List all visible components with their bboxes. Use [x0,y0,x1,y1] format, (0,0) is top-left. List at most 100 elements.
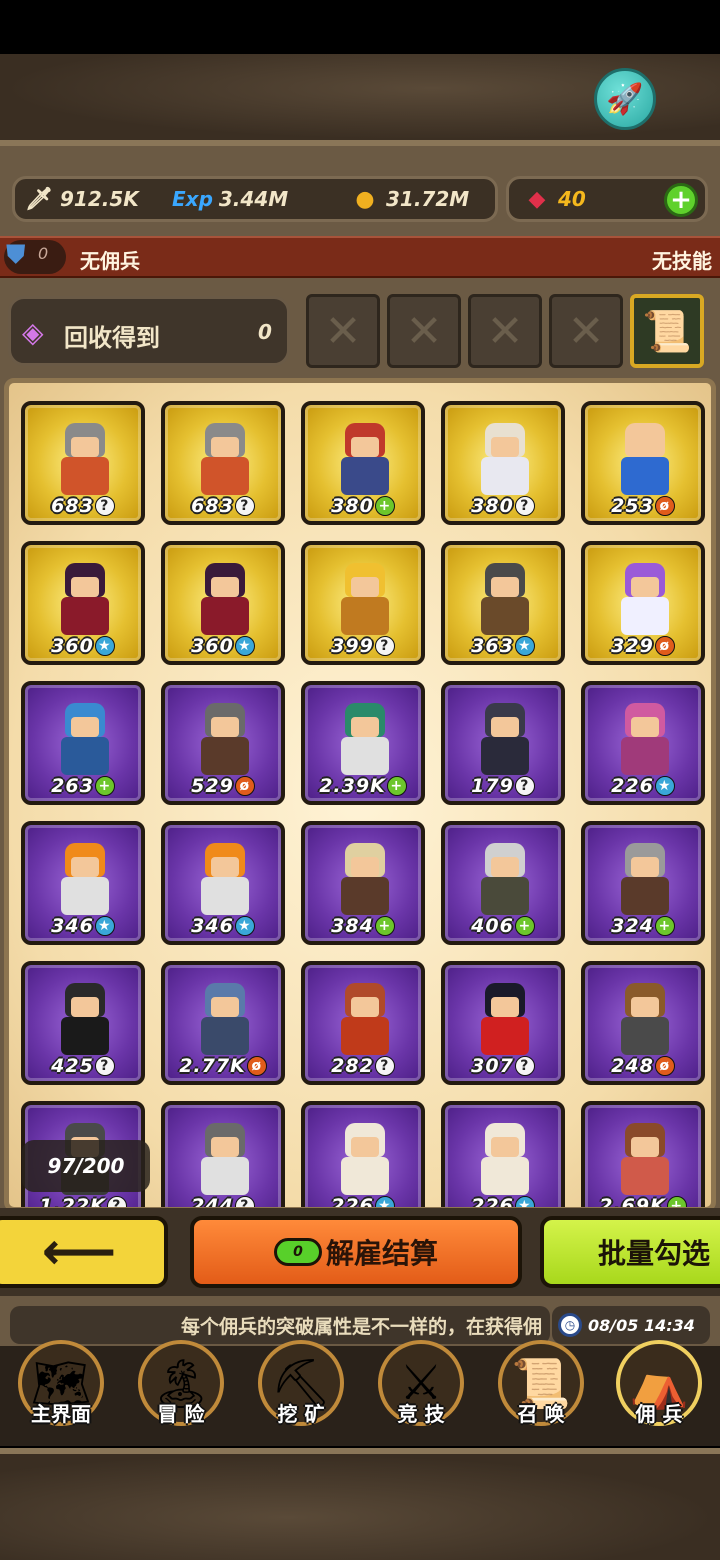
mercenary-card[interactable]: 384 + [301,821,425,945]
mercenary-portrait [55,843,115,917]
mercenary-card[interactable]: 226 ★ [441,1101,565,1207]
nav-arena-label: 竞 技 [397,1402,445,1426]
add-gems-button[interactable]: + [664,183,698,217]
level-text: 406 [471,915,514,937]
mercenary-card[interactable]: 329 ø [581,541,705,665]
mercenary-card[interactable]: 307? [441,961,565,1085]
mercenary-card[interactable]: 2.77K ø [161,961,285,1085]
mercenary-portrait [335,843,395,917]
empty-slot-4[interactable]: ✕ [549,294,623,368]
dismiss-label: 解雇结算 [325,1237,438,1270]
rocket-boost-button[interactable]: 🚀 [594,68,656,130]
nav-main-label: 主界面 [31,1402,91,1426]
mercenary-card[interactable]: 324 + [581,821,705,945]
mercenary-card[interactable]: 363 ★ [441,541,565,665]
mercenary-card[interactable]: 2.69K + [581,1101,705,1207]
level-text: 380 [331,495,374,517]
mercenary-portrait [475,1123,535,1197]
mercenary-card[interactable]: 360 ★ [21,541,145,665]
mercenary-level: 253 ø [585,495,701,517]
back-button[interactable]: ⟵ [0,1216,168,1288]
level-text: 329 [611,635,654,657]
mercenary-card[interactable]: 399? [301,541,425,665]
mercenary-portrait [55,983,115,1057]
nav-adventure[interactable]: 🏝 冒 险 [126,1340,236,1444]
purple-gem-icon: ◈ [22,316,44,349]
mercenary-card[interactable]: 263 + [21,681,145,805]
rocket-icon: 🚀 [606,81,644,117]
mercenary-level: 406 + [445,915,561,937]
empty-slot-2[interactable]: ✕ [387,294,461,368]
nav-summon-label: 召 唤 [517,1402,565,1426]
status-badge-icon: ? [514,776,535,796]
nav-summon[interactable]: 📜 召 唤 [486,1340,596,1444]
mercenary-card[interactable]: 346 ★ [161,821,285,945]
mercenary-level: 307? [445,1055,561,1077]
mercenary-portrait [615,983,675,1057]
mercenary-card[interactable]: 282? [301,961,425,1085]
scroll-item-button[interactable]: 📜 [630,294,704,368]
shield-icon: ⛊ [6,240,26,270]
level-text: 363 [471,635,514,657]
mercenary-portrait [55,423,115,497]
scroll-icon: 📜 [642,308,692,355]
level-text: 529 [191,775,234,797]
mercenary-card[interactable]: 425? [21,961,145,1085]
nav-mercenary[interactable]: ⛺ 佣 兵 [604,1340,714,1444]
status-badge-icon: ø [654,1056,675,1076]
shield-count: 0 [38,244,49,263]
nav-mining[interactable]: ⛏ 挖 矿 [246,1340,356,1444]
mercenary-card[interactable]: 248 ø [581,961,705,1085]
level-text: 360 [51,635,94,657]
mercenary-card[interactable]: 529 ø [161,681,285,805]
mercenary-card[interactable]: 380? [441,401,565,525]
mercenary-portrait [335,983,395,1057]
mercenary-card[interactable]: 683? [161,401,285,525]
dismiss-settle-button[interactable]: 0 解雇结算 [190,1216,522,1288]
empty-slot-1[interactable]: ✕ [306,294,380,368]
gold-resource: ● 31.72M [350,184,469,214]
status-badge-icon: ★ [654,776,675,796]
mercenary-level: 380? [445,495,561,517]
x-icon: ✕ [405,305,443,357]
bottom-map-background [0,1448,720,1560]
status-badge-icon: ? [374,636,395,656]
attack-resource: 🗡 912.5K [24,184,139,214]
level-text: 425 [51,1055,94,1077]
nav-main[interactable]: 🗺 主界面 [6,1340,116,1444]
status-badge-icon: ★ [94,636,115,656]
ticker-message: 每个佣兵的突破属性是不一样的，在获得佣 [180,1315,542,1338]
mercenary-card[interactable]: 2.39K + [301,681,425,805]
x-icon: ✕ [567,305,605,357]
mercenary-card[interactable]: 360 ★ [161,541,285,665]
mercenary-card[interactable]: 226 ★ [581,681,705,805]
status-bar [0,0,720,54]
mercenary-portrait [475,703,535,777]
mercenary-level: 380 + [305,495,421,517]
mercenary-card[interactable]: 406 + [441,821,565,945]
status-badge-icon: ø [654,496,675,516]
mercenary-card[interactable]: 683? [21,401,145,525]
skill-label: 无技能 [652,249,712,273]
batch-select-button[interactable]: 批量勾选 [540,1216,720,1288]
mercenary-card[interactable]: 179? [441,681,565,805]
mercenary-card[interactable]: 226 ★ [301,1101,425,1207]
level-text: 248 [611,1055,654,1077]
mercenary-card[interactable]: 380 + [301,401,425,525]
empty-slot-3[interactable]: ✕ [468,294,542,368]
mercenary-card[interactable]: 244? [161,1101,285,1207]
mercenary-level: 529 ø [165,775,281,797]
mercenary-portrait [335,423,395,497]
roster-count: 97/200 [22,1140,150,1192]
level-text: 226 [611,775,654,797]
level-text: 2.77K [179,1055,246,1077]
mercenary-card[interactable]: 253 ø [581,401,705,525]
mercenary-level: 2.39K + [305,775,421,797]
dismiss-cost-pill: 0 [273,1238,322,1266]
mercenary-level: 282? [305,1055,421,1077]
mercenary-level: 329 ø [585,635,701,657]
recycle-label: 回收得到 [64,324,160,352]
mercenary-card[interactable]: 346 ★ [21,821,145,945]
nav-arena[interactable]: ⚔ 竞 技 [366,1340,476,1444]
status-badge-icon: + [386,776,407,796]
